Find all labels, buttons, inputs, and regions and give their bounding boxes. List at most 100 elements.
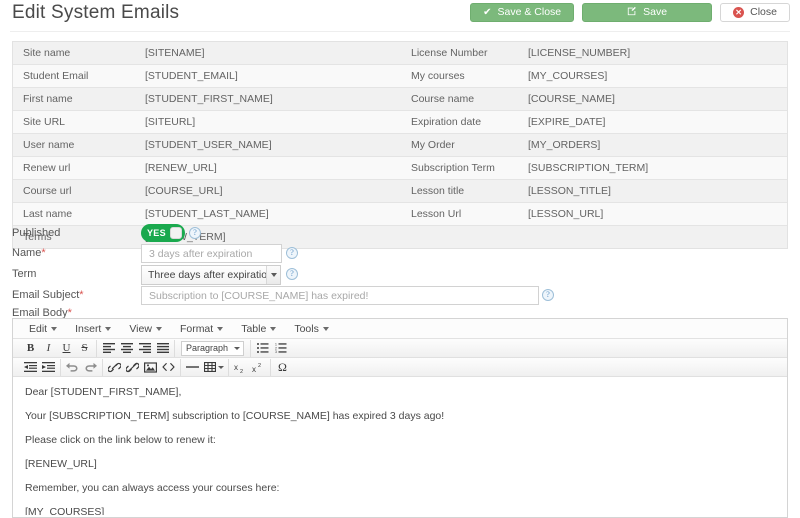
- undo-icon[interactable]: [64, 359, 81, 375]
- placeholder-key: Renew url: [13, 156, 135, 180]
- placeholders-panel: Site name [SITENAME] License Number [LICENS…: [12, 41, 788, 249]
- edit-square-icon: [627, 6, 637, 19]
- toolbar-group-script: x2 x2: [229, 358, 271, 376]
- menu-label: Insert: [75, 322, 102, 335]
- table-row: First name [STUDENT_FIRST_NAME] Course nam…: [13, 87, 787, 111]
- chevron-down-icon: [155, 326, 162, 331]
- chevron-down-icon: [270, 326, 277, 331]
- indent-icon[interactable]: [40, 359, 57, 375]
- table-row: User name [STUDENT_USER_NAME] My Order [MY_…: [13, 133, 787, 157]
- placeholder-token: [MY_ORDERS]: [518, 133, 787, 157]
- help-icon-term[interactable]: ?: [286, 268, 298, 280]
- help-icon-name[interactable]: ?: [286, 247, 298, 259]
- chevron-down-icon: [105, 326, 112, 331]
- menu-view[interactable]: View: [121, 321, 170, 337]
- placeholder-token: [COURSE_NAME]: [518, 87, 787, 111]
- align-justify-icon[interactable]: [154, 340, 171, 356]
- table-icon[interactable]: [202, 359, 225, 375]
- placeholder-key: License Number: [401, 42, 518, 65]
- close-label: Close: [750, 6, 777, 19]
- placeholder-token: [STUDENT_USER_NAME]: [135, 133, 401, 157]
- editor-paragraph: [RENEW_URL]: [25, 458, 97, 471]
- check-icon: ✔: [483, 6, 492, 18]
- align-right-icon[interactable]: [136, 340, 153, 356]
- editor-toolbar-row-2: x2 x2 Ω: [13, 358, 787, 377]
- block-format-select[interactable]: Paragraph: [181, 340, 245, 356]
- svg-text:2: 2: [240, 369, 243, 373]
- placeholder-key: Last name: [13, 202, 135, 226]
- align-center-icon[interactable]: [118, 340, 135, 356]
- save-and-close-button[interactable]: ✔ Save & Close: [470, 3, 575, 22]
- toolbar-group-objects: [181, 358, 229, 376]
- editor-paragraph: Your [SUBSCRIPTION_TERM] subscription to…: [25, 410, 445, 423]
- menu-label: Format: [179, 322, 214, 335]
- menu-format[interactable]: Format: [172, 321, 231, 337]
- unlink-icon[interactable]: [124, 359, 141, 375]
- field-row-term: Term Three days after expiration ?: [12, 265, 788, 286]
- term-select[interactable]: Three days after expiration: [141, 265, 281, 285]
- save-button[interactable]: Save: [582, 3, 713, 22]
- close-circle-icon: ✕: [733, 7, 745, 18]
- help-icon-subject[interactable]: ?: [542, 289, 554, 301]
- editor-paragraph: Dear [STUDENT_FIRST_NAME],: [25, 386, 182, 398]
- page-title: Edit System Emails: [12, 2, 180, 23]
- numbered-list-icon[interactable]: 123: [272, 340, 289, 356]
- outdent-icon[interactable]: [22, 359, 39, 375]
- placeholder-key: Lesson title: [401, 179, 518, 203]
- placeholder-token: [LESSON_TITLE]: [518, 179, 787, 203]
- chevron-down-icon: [217, 365, 224, 369]
- name-input[interactable]: [141, 244, 282, 263]
- link-icon[interactable]: [106, 359, 123, 375]
- editor-content-area[interactable]: Dear [STUDENT_FIRST_NAME], Your [SUBSCRIP…: [13, 377, 787, 515]
- toolbar-group-insert: [103, 358, 181, 376]
- published-toggle[interactable]: YES: [141, 224, 185, 242]
- close-button[interactable]: ✕ Close: [720, 3, 790, 22]
- term-label: Term: [12, 268, 37, 280]
- align-left-icon[interactable]: [100, 340, 117, 356]
- placeholder-key: My courses: [401, 64, 518, 88]
- save-and-close-label: Save & Close: [497, 6, 562, 19]
- menu-label: View: [129, 322, 152, 335]
- menu-table[interactable]: Table: [233, 321, 284, 337]
- subscript-icon[interactable]: x2: [232, 359, 249, 375]
- toolbar-group-format: Paragraph: [175, 339, 252, 357]
- menu-edit[interactable]: Edit: [21, 321, 65, 337]
- italic-icon[interactable]: I: [40, 340, 57, 356]
- strikethrough-icon[interactable]: S: [76, 340, 93, 356]
- placeholder-key: Course name: [401, 87, 518, 111]
- email-subject-input[interactable]: [141, 286, 539, 305]
- table-row: Site URL [SITEURL] Expiration date [EXPIRE_…: [13, 110, 787, 134]
- horizontal-rule-icon[interactable]: [184, 359, 201, 375]
- help-icon-published[interactable]: ?: [189, 227, 201, 239]
- placeholder-token: [STUDENT_LAST_NAME]: [135, 202, 401, 226]
- page-header: Edit System Emails ✔ Save & Close Save ✕…: [0, 0, 800, 34]
- placeholder-token: [STUDENT_EMAIL]: [135, 64, 401, 88]
- toolbar-group-alignment: [97, 339, 175, 357]
- menu-insert[interactable]: Insert: [67, 321, 119, 337]
- superscript-icon[interactable]: x2: [250, 359, 267, 375]
- underline-icon[interactable]: U: [58, 340, 75, 356]
- chevron-down-icon: [217, 326, 224, 331]
- menu-label: Table: [241, 322, 267, 335]
- header-divider: [10, 31, 790, 32]
- toolbar-group-lists: 123: [251, 340, 292, 357]
- placeholder-key: Site name: [13, 42, 135, 65]
- redo-icon[interactable]: [82, 359, 99, 375]
- toolbar-group-history: [61, 358, 103, 376]
- svg-text:3: 3: [275, 350, 277, 353]
- bold-icon[interactable]: B: [22, 340, 39, 356]
- menu-tools[interactable]: Tools: [286, 321, 337, 337]
- source-code-icon[interactable]: [160, 359, 177, 375]
- placeholder-key: Site URL: [13, 110, 135, 134]
- special-character-icon[interactable]: Ω: [274, 359, 291, 375]
- bullet-list-icon[interactable]: [254, 340, 271, 356]
- placeholders-table: Site name [SITENAME] License Number [LICENS…: [13, 42, 787, 248]
- toolbar-group-special: Ω: [271, 359, 294, 376]
- rich-text-editor[interactable]: Edit Insert View Format Table Tools B I U S P: [12, 318, 788, 518]
- field-row-name: Name* ?: [12, 244, 788, 265]
- published-toggle-text: YES: [147, 228, 166, 238]
- field-row-published: Published YES ?: [12, 224, 788, 245]
- chevron-down-icon: [266, 266, 280, 284]
- editor-menubar: Edit Insert View Format Table Tools: [13, 319, 787, 339]
- image-icon[interactable]: [142, 359, 159, 375]
